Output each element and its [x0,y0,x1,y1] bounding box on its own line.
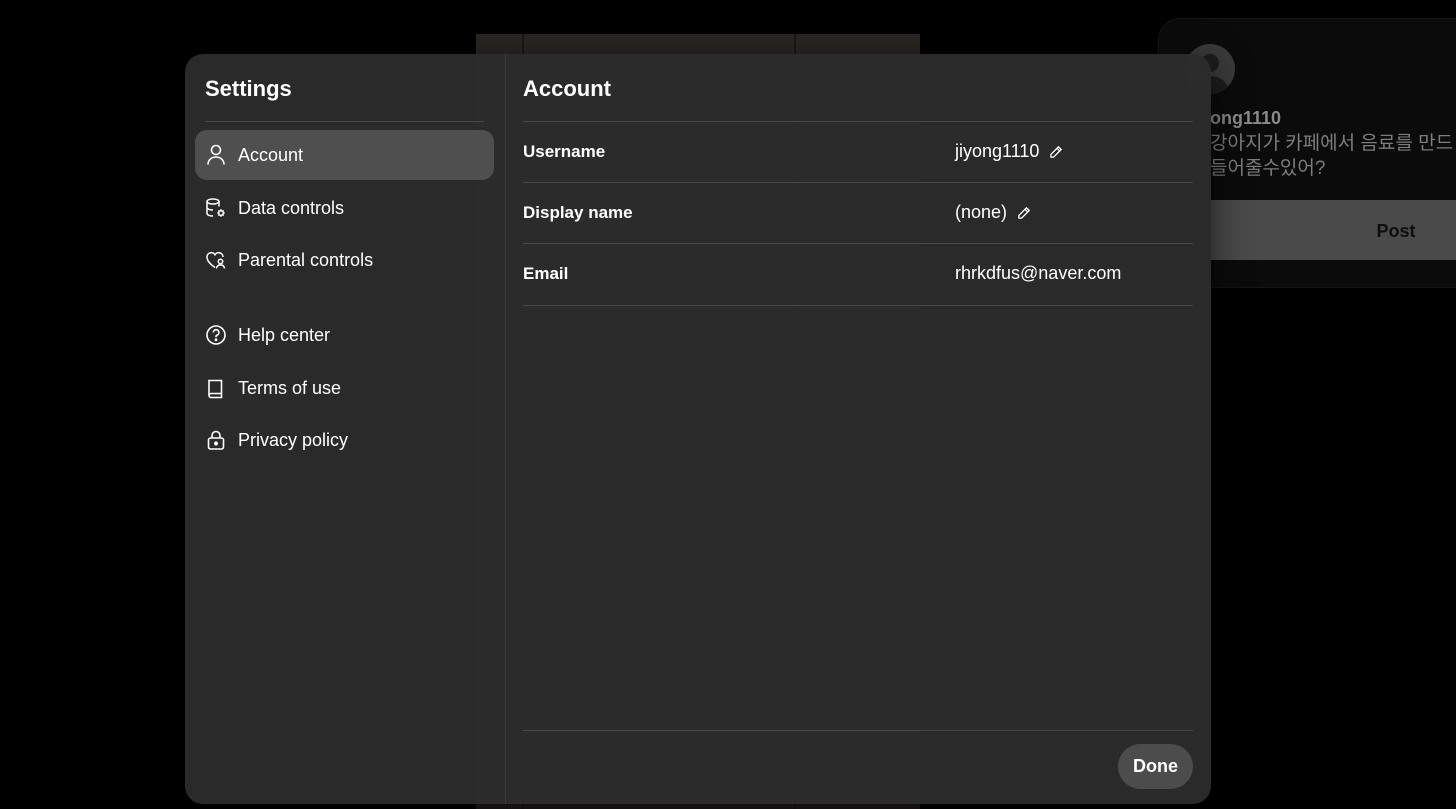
sidebar-item-parental-controls[interactable]: Parental controls [195,235,494,285]
post-button[interactable]: Post [1336,216,1456,246]
question-circle-icon [205,324,227,346]
sidebar-divider [205,121,484,122]
background-post-text: 강아지가 카페에서 음료를 만드 들어줄수있어? [1210,133,1454,179]
background-username: ong1110 [1210,108,1282,128]
email-label: Email [523,264,569,283]
sidebar-item-label: Terms of use [238,377,342,398]
edit-username-pencil-icon[interactable] [1049,145,1063,159]
heart-person-icon [205,249,227,271]
sidebar-item-privacy-policy[interactable]: Privacy policy [195,415,494,465]
display-name-value: (none) [955,202,1008,222]
sidebar-item-account[interactable]: Account [195,130,494,180]
sidebar-item-label: Data controls [238,197,345,218]
lock-icon [205,429,227,451]
sidebar-item-help-center[interactable]: Help center [195,310,494,360]
settings-sidebar: Settings Account Data controls Parental … [185,54,506,804]
settings-modal: Settings Account Data controls Parental … [185,54,1211,804]
email-row: Email rhrkdfus@naver.com [523,243,1193,306]
sidebar-item-label: Account [238,144,304,165]
database-gear-icon [205,197,227,219]
display-name-row: Display name (none) [523,182,1193,244]
username-row: Username jiyong1110 [523,121,1193,183]
book-icon [205,377,227,399]
sidebar-item-label: Help center [238,324,331,345]
sidebar-item-label: Privacy policy [238,429,349,450]
footer-divider [523,730,1193,731]
username-value-group: jiyong1110 [955,141,1063,162]
username-label: Username [523,142,606,161]
done-button[interactable]: Done [1118,744,1193,789]
email-value: rhrkdfus@naver.com [955,263,1122,283]
sidebar-item-terms-of-use[interactable]: Terms of use [195,363,494,413]
sidebar-item-label: Parental controls [238,249,374,270]
person-icon [205,144,227,166]
edit-display-name-pencil-icon[interactable] [1017,206,1031,220]
username-value: jiyong1110 [955,141,1040,161]
account-panel: Account Username jiyong1110 Display name [523,54,1193,804]
screen: ong1110 강아지가 카페에서 음료를 만드 들어줄수있어? Post Se… [0,0,1456,809]
settings-title: Settings [205,76,292,101]
sidebar-item-data-controls[interactable]: Data controls [195,183,494,233]
display-name-label: Display name [523,203,633,222]
display-name-value-group: (none) [955,202,1031,223]
page-title: Account [523,76,611,101]
